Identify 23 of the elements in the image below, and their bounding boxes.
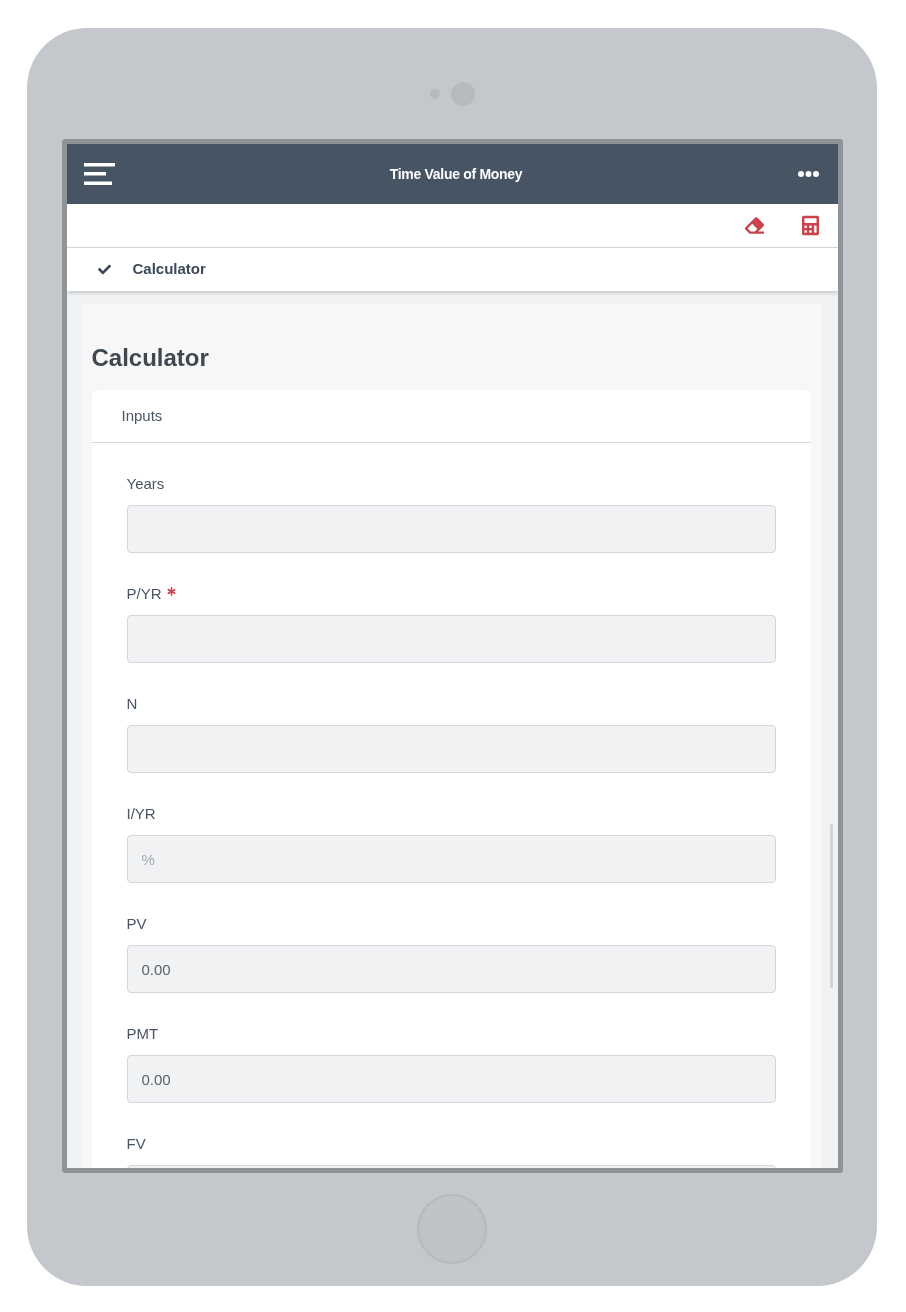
input-field[interactable]: 0.00 [126,1055,776,1103]
eraser-icon [744,216,765,235]
input-field[interactable] [126,505,776,553]
field-label: P/YR [126,584,162,604]
menu-icon [83,163,115,185]
field-label: PV [126,914,147,934]
more-icon [798,171,819,177]
header-title: Time Value of Money [389,164,523,184]
field-label: PMT [126,1024,159,1044]
card-title: Inputs [121,405,163,426]
input-field[interactable]: % [126,835,776,883]
input-field[interactable]: 0.00 [126,945,776,993]
field-label: FV [126,1134,146,1154]
field-label: Years [126,474,165,494]
input-field[interactable] [126,725,776,773]
panel-title: Calculator [91,343,209,373]
menu-button[interactable] [83,162,116,186]
field-label: N [126,694,138,714]
field-label: I/YR [126,804,156,824]
calculator-icon [802,215,819,236]
input-field[interactable] [126,615,776,663]
breadcrumb-item[interactable]: Calculator [95,258,206,281]
check-icon [95,263,113,276]
